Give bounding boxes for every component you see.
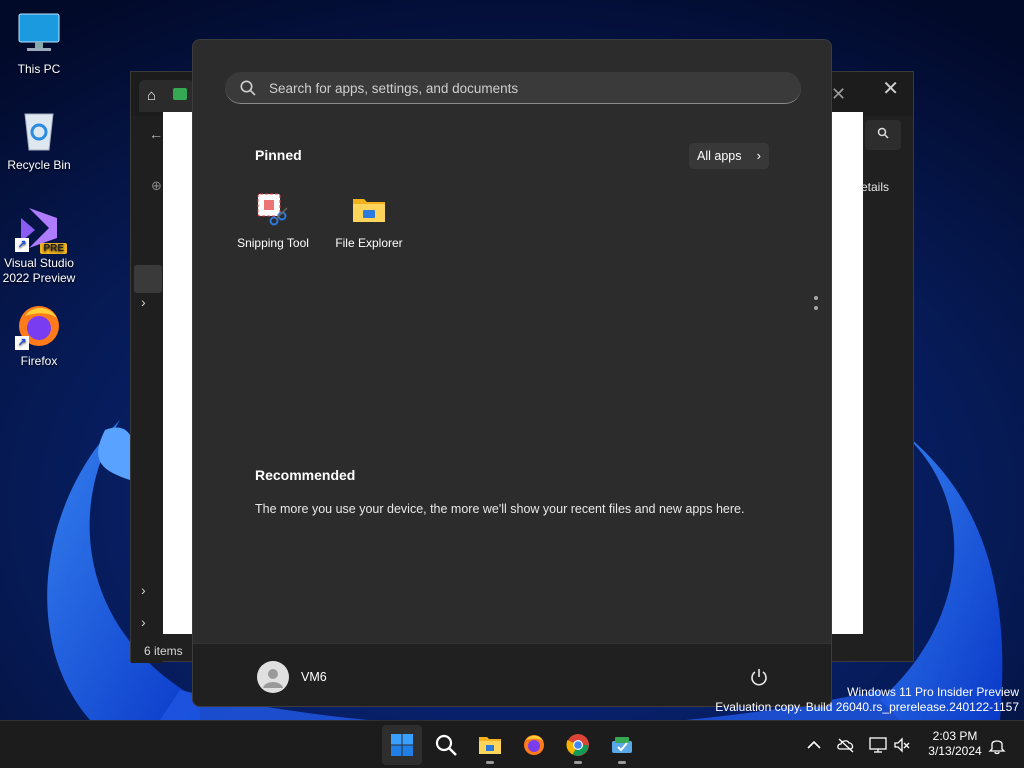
desktop-icon-label: Firefox [20, 354, 58, 368]
recommended-empty-message: The more you use your device, the more w… [255, 502, 745, 516]
chevron-right-icon[interactable]: › [141, 582, 146, 598]
start-search-box[interactable] [225, 72, 801, 104]
chevron-up-icon [807, 740, 821, 749]
running-indicator [618, 761, 626, 764]
pinned-page-indicator[interactable] [814, 296, 820, 316]
chrome-icon [566, 734, 589, 756]
bell-icon [988, 740, 1006, 755]
firefox-icon [524, 735, 544, 755]
all-apps-label: All apps [697, 149, 742, 163]
network-tray-button[interactable] [868, 735, 888, 755]
chevron-right-icon[interactable]: › [141, 614, 146, 630]
nav-selected-item[interactable] [134, 265, 162, 293]
taskbar-task-app[interactable] [602, 725, 642, 765]
volume-tray-button[interactable] [892, 735, 912, 755]
user-name[interactable]: VM6 [301, 670, 327, 684]
desktop-icon-visual-studio[interactable]: ↗ PRE Visual Studio 2022 Preview [0, 204, 78, 286]
pinned-title: Pinned [255, 147, 302, 163]
desktop-icon-label: Recycle Bin [7, 158, 71, 172]
task-app-icon [612, 737, 632, 753]
chevron-right-icon: › [756, 148, 761, 163]
network-icon [869, 737, 887, 753]
taskbar-file-explorer[interactable] [470, 725, 510, 765]
clock-date: 3/13/2024 [928, 744, 982, 758]
taskbar-clock[interactable]: 2:03 PM 3/13/2024 [917, 729, 993, 759]
recommended-title: Recommended [255, 467, 356, 483]
file-explorer-icon [352, 192, 386, 226]
taskbar: 2:03 PM 3/13/2024 [0, 720, 1024, 768]
visual-studio-icon: ↗ PRE [15, 204, 67, 254]
file-explorer-icon [479, 737, 501, 754]
all-apps-button[interactable]: All apps › [689, 143, 769, 169]
pinned-app-label: File Explorer [335, 236, 403, 250]
notifications-button[interactable] [987, 735, 1007, 755]
person-icon [263, 669, 283, 688]
desktop-icon-label: Visual Studio [4, 256, 74, 270]
page-dot[interactable] [814, 296, 818, 300]
shortcut-arrow-icon: ↗ [15, 238, 29, 252]
search-icon [877, 127, 889, 139]
running-indicator [574, 761, 582, 764]
explorer-nav-pane: ← ⊕ › › › [131, 116, 163, 663]
start-icon [391, 734, 413, 756]
back-arrow-icon[interactable]: ← [149, 126, 163, 142]
firefox-icon: ↗ [15, 302, 63, 350]
watermark-line-1: Windows 11 Pro Insider Preview [847, 685, 1019, 699]
start-search-input[interactable] [269, 72, 789, 104]
pinned-app-snipping-tool[interactable]: Snipping Tool [225, 192, 321, 250]
window-close-button[interactable]: ✕ [882, 76, 899, 101]
onedrive-tray-button[interactable] [836, 735, 856, 755]
explorer-home-tab[interactable]: ⌂ [139, 80, 195, 112]
pinned-app-label: Snipping Tool [237, 236, 309, 250]
watermark-line-2: Evaluation copy. Build 26040.rs_prerelea… [715, 700, 1019, 714]
desktop-icon-label: This PC [17, 62, 61, 76]
search-icon [435, 734, 457, 756]
status-bar-item-count: 6 items [144, 644, 183, 658]
add-icon[interactable]: ⊕ [151, 178, 162, 194]
cloud-off-icon [837, 738, 854, 753]
clock-time: 2:03 PM [932, 729, 978, 743]
page-dot[interactable] [814, 306, 818, 310]
monitor-icon [15, 10, 63, 58]
running-indicator [486, 761, 494, 764]
explorer-search-button[interactable] [865, 120, 901, 150]
shortcut-arrow-icon: ↗ [15, 336, 29, 350]
volume-muted-icon [894, 737, 910, 753]
desktop-icon-firefox[interactable]: ↗ Firefox [0, 302, 78, 369]
windows-watermark: Windows 11 Pro Insider Preview Evaluatio… [715, 685, 1019, 715]
tab-app-icon [173, 88, 187, 100]
user-avatar[interactable] [257, 661, 289, 693]
pre-badge: PRE [40, 243, 67, 254]
desktop-icon-label-2: 2022 Preview [2, 271, 76, 285]
start-menu[interactable]: Pinned All apps › Snipping Tool File Exp… [192, 39, 832, 707]
home-icon: ⌂ [147, 87, 157, 104]
taskbar-chrome[interactable] [558, 725, 598, 765]
chevron-right-icon[interactable]: › [141, 294, 146, 310]
show-hidden-icons-button[interactable] [804, 735, 824, 755]
details-button[interactable]: etails [861, 180, 889, 194]
pinned-app-file-explorer[interactable]: File Explorer [321, 192, 417, 250]
desktop-icon-recycle-bin[interactable]: Recycle Bin [0, 106, 78, 173]
taskbar-firefox[interactable] [514, 725, 554, 765]
taskbar-search-button[interactable] [426, 725, 466, 765]
taskbar-start-button[interactable] [382, 725, 422, 765]
recycle-bin-icon [15, 106, 63, 154]
desktop-icon-this-pc[interactable]: This PC [0, 10, 78, 77]
search-icon [240, 80, 256, 96]
close-icon[interactable]: ✕ [831, 84, 846, 105]
snipping-tool-icon [256, 192, 290, 226]
